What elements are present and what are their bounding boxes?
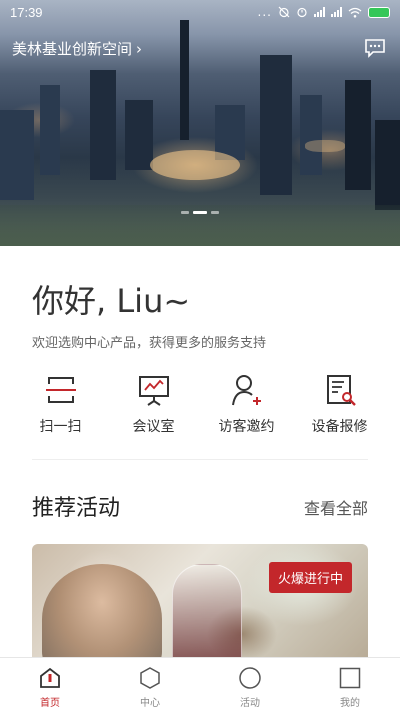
hexagon-icon (140, 667, 160, 689)
chat-icon[interactable] (364, 38, 386, 58)
greeting-subtitle: 欢迎选购中心产品，获得更多的服务支持 (32, 336, 267, 351)
activity-image-person (42, 564, 162, 664)
tab-home[interactable]: 首页 (0, 658, 100, 711)
skyline-building (345, 80, 371, 190)
skyline-tower (180, 20, 189, 140)
tab-profile[interactable]: 我的 (300, 658, 400, 711)
scan-label: 扫一扫 (39, 419, 82, 435)
signal-icon (314, 7, 325, 17)
status-badge: 火爆进行中 (268, 562, 352, 593)
recommend-title: 推荐活动 (32, 496, 121, 521)
visitor-invite-icon (231, 375, 261, 406)
hero-banner[interactable]: 17:39 ... 美林基业创新空间 › (0, 0, 400, 246)
page-dot (211, 211, 219, 214)
quick-actions: 扫一扫 会议室 访客邀约 设备报修 (14, 372, 386, 442)
city-lights (150, 150, 240, 180)
location-selector[interactable]: 美林基业创新空间 › (12, 38, 142, 59)
alarm-icon (297, 7, 307, 18)
signal-icon (331, 7, 342, 17)
skyline-building (0, 110, 34, 200)
skyline-building (260, 55, 292, 195)
status-time: 17:39 (10, 4, 43, 20)
home-icon (40, 667, 60, 688)
repair-report-icon (326, 375, 356, 406)
skyline-building (300, 95, 322, 175)
tab-profile-label: 我的 (340, 698, 360, 709)
greeting-title: 你好, Liu~ (32, 282, 191, 320)
skyline-building (125, 100, 153, 170)
bottom-tab-bar: 首页 中心 活动 我的 (0, 657, 400, 711)
tab-activity[interactable]: 活动 (200, 658, 300, 711)
section-divider (32, 459, 368, 460)
tab-center[interactable]: 中心 (100, 658, 200, 711)
repair-report-button[interactable]: 设备报修 (293, 372, 386, 442)
status-bar: 17:39 ... (0, 0, 400, 24)
scan-button[interactable]: 扫一扫 (14, 372, 107, 442)
tab-activity-label: 活动 (240, 698, 260, 709)
scan-icon (45, 377, 76, 403)
page-dot-active (193, 211, 207, 214)
location-name: 美林基业创新空间 (12, 40, 133, 58)
meeting-room-icon (138, 376, 169, 406)
activity-card[interactable]: 火爆进行中 (32, 544, 368, 664)
see-all-link[interactable]: 查看全部 (304, 495, 368, 519)
skyline-building (375, 120, 400, 210)
circle-icon (239, 667, 261, 689)
status-dots: ... (257, 5, 272, 19)
skyline-building (90, 70, 116, 180)
alarm-off-icon (278, 6, 290, 18)
page-dot (181, 211, 189, 214)
chevron-right-icon: › (136, 39, 143, 58)
visitor-invite-label: 访客邀约 (218, 419, 275, 435)
wifi-icon (348, 7, 362, 18)
visitor-invite-button[interactable]: 访客邀约 (200, 372, 293, 442)
square-icon (339, 667, 361, 689)
battery-icon (368, 6, 390, 18)
city-lights (305, 140, 345, 152)
tab-center-label: 中心 (140, 698, 160, 709)
status-icons: ... (258, 5, 390, 19)
repair-report-label: 设备报修 (311, 419, 368, 435)
skyline-building (40, 85, 60, 175)
meeting-room-button[interactable]: 会议室 (107, 372, 200, 442)
banner-page-indicator (0, 211, 400, 214)
tab-home-label: 首页 (40, 698, 60, 709)
meeting-room-label: 会议室 (132, 419, 175, 435)
activity-image-glass (172, 564, 242, 664)
